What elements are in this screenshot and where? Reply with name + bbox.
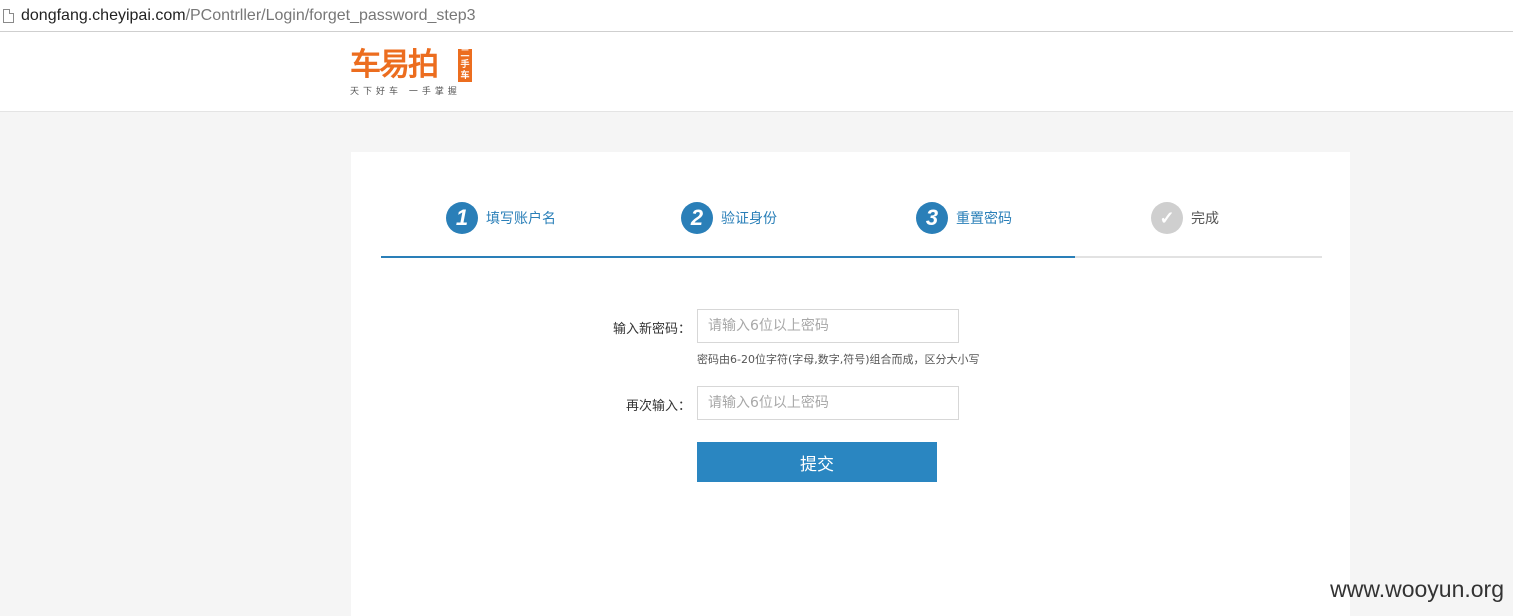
step-3: 3 重置密码 [916,202,1012,234]
new-password-label: 输入新密码： [612,322,691,337]
step-1: 1 填写账户名 [446,202,556,234]
site-header: 车易拍 二手车 天下好车 一手掌握 [0,32,1513,112]
step-1-number: 1 [446,202,478,234]
step-4-label: 完成 [1191,211,1219,227]
url-path: /PContrller/Login/forget_password_step3 [185,6,476,24]
checkmark-icon: ✓ [1151,202,1183,234]
url-host: dongfang.cheyipai.com [21,6,186,24]
submit-button[interactable]: 提交 [697,442,937,482]
step-4: ✓ 完成 [1151,202,1219,234]
step-3-number: 3 [916,202,948,234]
step-2: 2 验证身份 [681,202,777,234]
step-1-label: 填写账户名 [486,211,556,227]
cheyipai-logo[interactable]: 车易拍 二手车 天下好车 一手掌握 [350,47,480,102]
page-icon [3,8,14,23]
confirm-password-input[interactable] [697,386,959,420]
new-password-input[interactable] [697,309,959,343]
address-bar[interactable]: dongfang.cheyipai.com/PContrller/Login/f… [0,0,1513,32]
confirm-password-label: 再次输入： [625,399,691,414]
password-hint: 密码由6-20位字符(字母,数字,符号)组合而成，区分大小写 [697,353,980,366]
step-2-label: 验证身份 [721,211,777,227]
step-indicator: 1 填写账户名 2 验证身份 3 重置密码 ✓ 完成 [381,152,1322,258]
step-3-label: 重置密码 [956,211,1012,227]
logo-badge: 二手车 [458,49,472,82]
watermark: www.wooyun.org [1330,576,1504,602]
logo-text: 车易拍 [350,47,439,83]
logo-slogan: 天下好车 一手掌握 [350,87,461,97]
progress-fill [381,256,1075,258]
step-2-number: 2 [681,202,713,234]
reset-password-card: 1 填写账户名 2 验证身份 3 重置密码 ✓ 完成 输入新密码： 密码由6-2… [351,152,1350,616]
